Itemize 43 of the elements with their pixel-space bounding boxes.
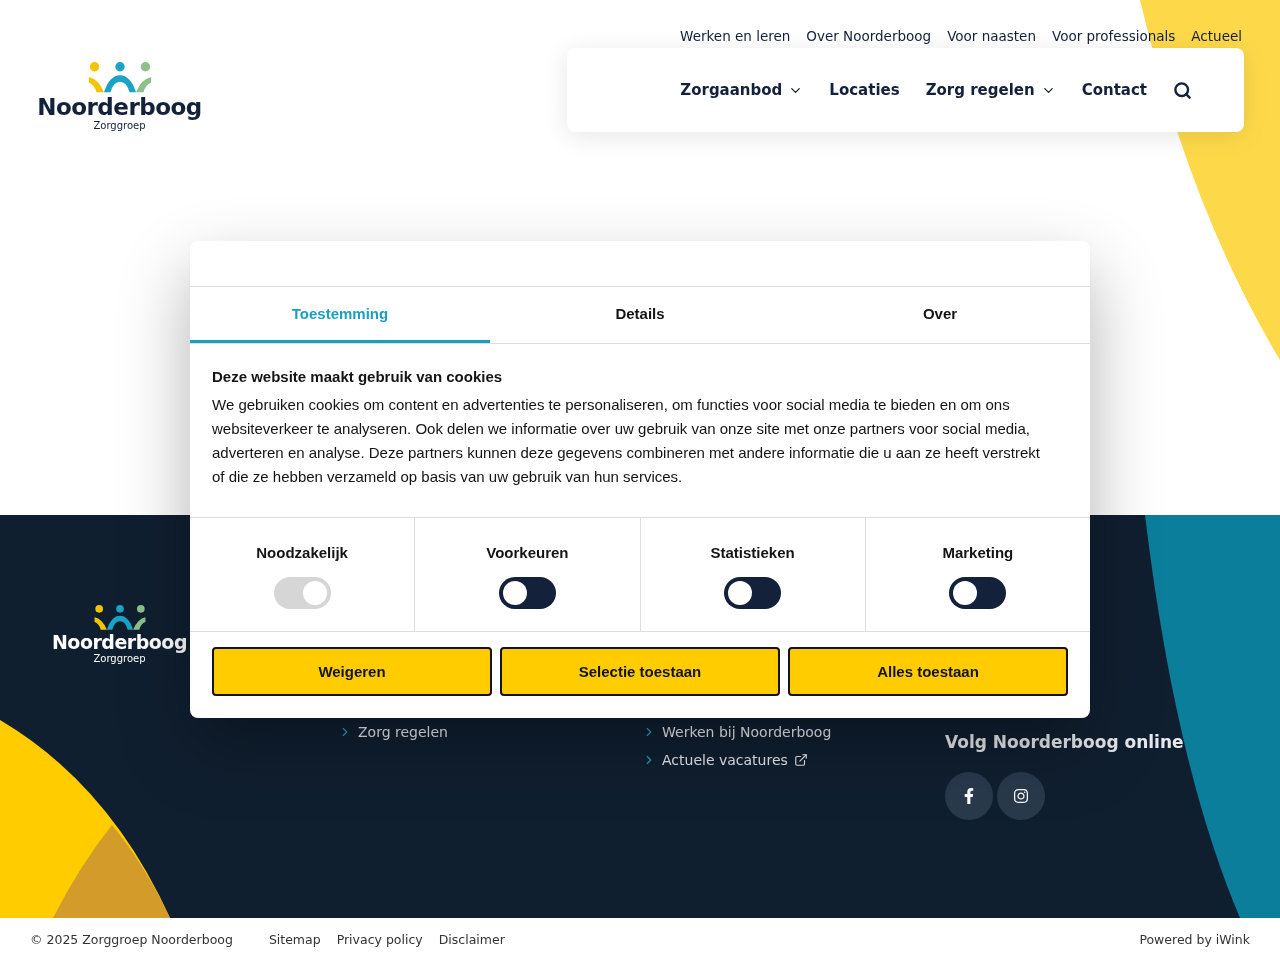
consent-button[interactable]: Selectie toestaan [500, 647, 780, 696]
footer-bottom-link[interactable]: Disclaimer [438, 931, 505, 947]
footer-link[interactable]: Actuele vacatures [642, 752, 945, 768]
dialog-tab[interactable]: Over [790, 287, 1090, 343]
consent-button[interactable]: Weigeren [212, 647, 492, 696]
copyright-text: © 2025 Zorggroep Noorderboog [30, 931, 233, 947]
social-button[interactable] [945, 772, 993, 820]
footer-bottom-link[interactable]: Privacy policy [336, 931, 423, 947]
toggle-switch[interactable] [949, 577, 1007, 609]
dialog-text: We gebruiken cookies om content en advertenties te personaliseren, om functies voor social media te bieden en om ons websiteverkeer te analyseren. Ook delen we informatie over uw gebruik van onze site met onze partners voor social media, adverteren en analyse. Deze partners kunnen deze gegevens combineren met andere informatie die u aan ze heeft verstrekt of die ze hebben verzameld op basis van uw gebruik van hun services. [212, 395, 1041, 487]
category-label: Noodzakelijk [256, 544, 348, 561]
main-nav-link[interactable]: Zorgaanbod [680, 81, 804, 99]
main-nav-link[interactable]: Zorg regelen [925, 81, 1056, 99]
top-nav-link[interactable]: Werken en leren [680, 28, 791, 44]
toggle-switch[interactable] [724, 577, 782, 609]
logo-tagline: Zorggroep [93, 120, 146, 132]
toggle-switch[interactable] [498, 577, 556, 609]
instagram-icon [1013, 788, 1029, 804]
category-label: Statistieken [710, 544, 795, 561]
dialog-tab[interactable]: Details [490, 287, 790, 343]
social-heading: Volg Noorderboog online [945, 732, 1185, 752]
category-label: Marketing [942, 544, 1014, 561]
logo-wordmark[interactable]: Noorderboog [37, 95, 202, 121]
main-nav-link[interactable]: Contact [1081, 81, 1147, 99]
category-label: Voorkeuren [486, 544, 569, 561]
powered-by-link[interactable]: Powered by iWink [1139, 931, 1250, 947]
consent-button[interactable]: Alles toestaan [788, 647, 1068, 696]
top-nav-link[interactable]: Voor naasten [947, 28, 1036, 44]
search-icon [1173, 80, 1192, 100]
top-nav-link[interactable]: Over Noorderboog [806, 28, 932, 44]
logo-icon [86, 62, 153, 95]
logo-tagline: Zorggroep [93, 652, 146, 664]
dialog-heading: Deze website maakt gebruik van cookies [212, 368, 504, 385]
logo-icon [92, 605, 147, 632]
footer-bottom-link[interactable]: Sitemap [268, 931, 321, 947]
footer-link[interactable]: Zorg regelen [338, 724, 642, 740]
footer-link[interactable]: Werken bij Noorderboog [642, 724, 945, 740]
main-nav-link[interactable]: Locaties [829, 81, 900, 99]
top-nav-link[interactable]: Actueel [1191, 28, 1242, 44]
search-button[interactable] [1173, 80, 1192, 100]
external-link-icon [793, 753, 808, 767]
social-button[interactable] [997, 772, 1045, 820]
logo-wordmark[interactable]: Noorderboog [51, 632, 187, 653]
